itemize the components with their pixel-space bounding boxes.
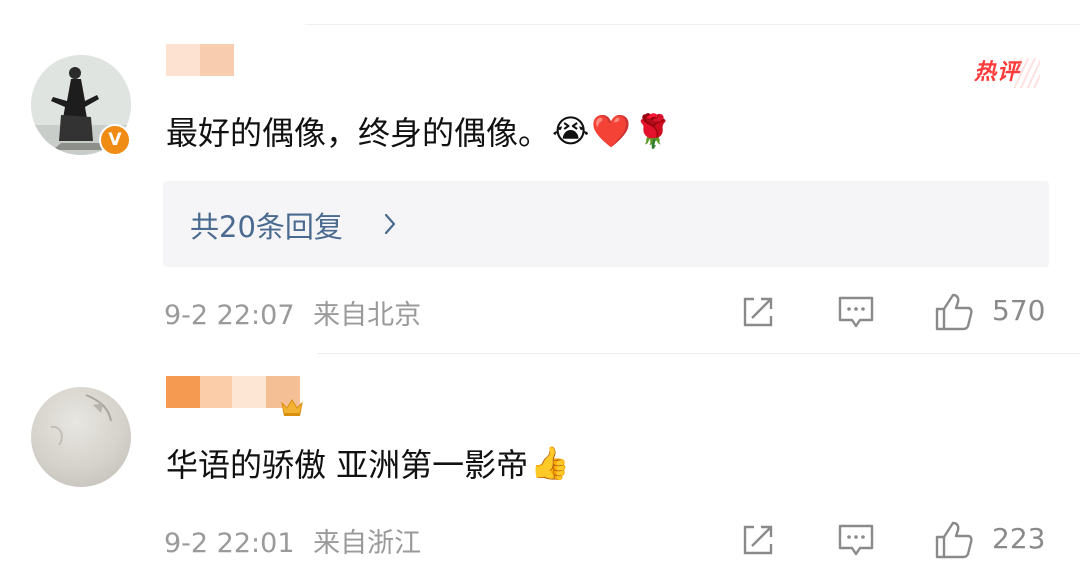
blur-segment bbox=[166, 44, 200, 76]
chevron-right-icon bbox=[384, 213, 396, 235]
comment-text: 最好的偶像，终身的偶像。 😭 ❤️ 🌹 bbox=[166, 108, 673, 154]
share-icon[interactable] bbox=[738, 520, 778, 560]
comment-list: V 热评 最好的偶像，终身的偶像。 😭 ❤️ 🌹 共20条回复 9-2 22:0… bbox=[0, 0, 1080, 581]
blur-segment bbox=[200, 376, 232, 408]
reply-icon[interactable] bbox=[836, 292, 876, 332]
view-replies-link[interactable]: 共20条回复 bbox=[190, 204, 343, 246]
username-redacted[interactable] bbox=[166, 44, 234, 76]
avatar[interactable] bbox=[31, 387, 131, 487]
rose-emoji: 🌹 bbox=[633, 112, 674, 150]
comment-location: 来自北京 bbox=[313, 300, 422, 331]
heart-emoji: ❤️ bbox=[591, 112, 632, 150]
like-icon[interactable] bbox=[934, 292, 974, 332]
crying-emoji: 😭 bbox=[552, 112, 590, 150]
verified-badge: V bbox=[99, 124, 131, 156]
hot-comment-badge: 热评 bbox=[974, 58, 1044, 88]
blur-segment bbox=[232, 376, 266, 408]
like-count: 223 bbox=[992, 522, 1046, 555]
comment-meta: 9-2 22:07 来自北京 bbox=[164, 293, 421, 332]
comment-location: 来自浙江 bbox=[313, 528, 422, 559]
comment-body: 最好的偶像，终身的偶像。 bbox=[166, 114, 551, 152]
like-count: 570 bbox=[992, 294, 1046, 327]
share-icon[interactable] bbox=[738, 292, 778, 332]
comment-meta: 9-2 22:01 来自浙江 bbox=[164, 521, 421, 560]
blur-segment bbox=[200, 44, 234, 76]
crown-icon bbox=[281, 399, 303, 416]
comment-item: 华语的骄傲 亚洲第一影帝 👍 9-2 22:01 来自浙江 223 bbox=[0, 350, 1080, 581]
comment-time: 9-2 22:07 bbox=[164, 300, 295, 331]
reply-icon[interactable] bbox=[836, 520, 876, 560]
thumbs-up-emoji: 👍 bbox=[530, 444, 571, 482]
hot-badge-stripe bbox=[1014, 58, 1040, 88]
avatar-photo bbox=[50, 394, 112, 446]
blur-segment bbox=[166, 376, 200, 408]
replies-box[interactable]: 共20条回复 bbox=[163, 181, 1049, 267]
comment-body: 华语的骄傲 亚洲第一影帝 bbox=[166, 446, 529, 484]
comment-time: 9-2 22:01 bbox=[164, 528, 295, 559]
comment-text: 华语的骄傲 亚洲第一影帝 👍 bbox=[166, 440, 570, 486]
like-icon[interactable] bbox=[934, 520, 974, 560]
comment-item: V 热评 最好的偶像，终身的偶像。 😭 ❤️ 🌹 共20条回复 9-2 22:0… bbox=[0, 0, 1080, 350]
